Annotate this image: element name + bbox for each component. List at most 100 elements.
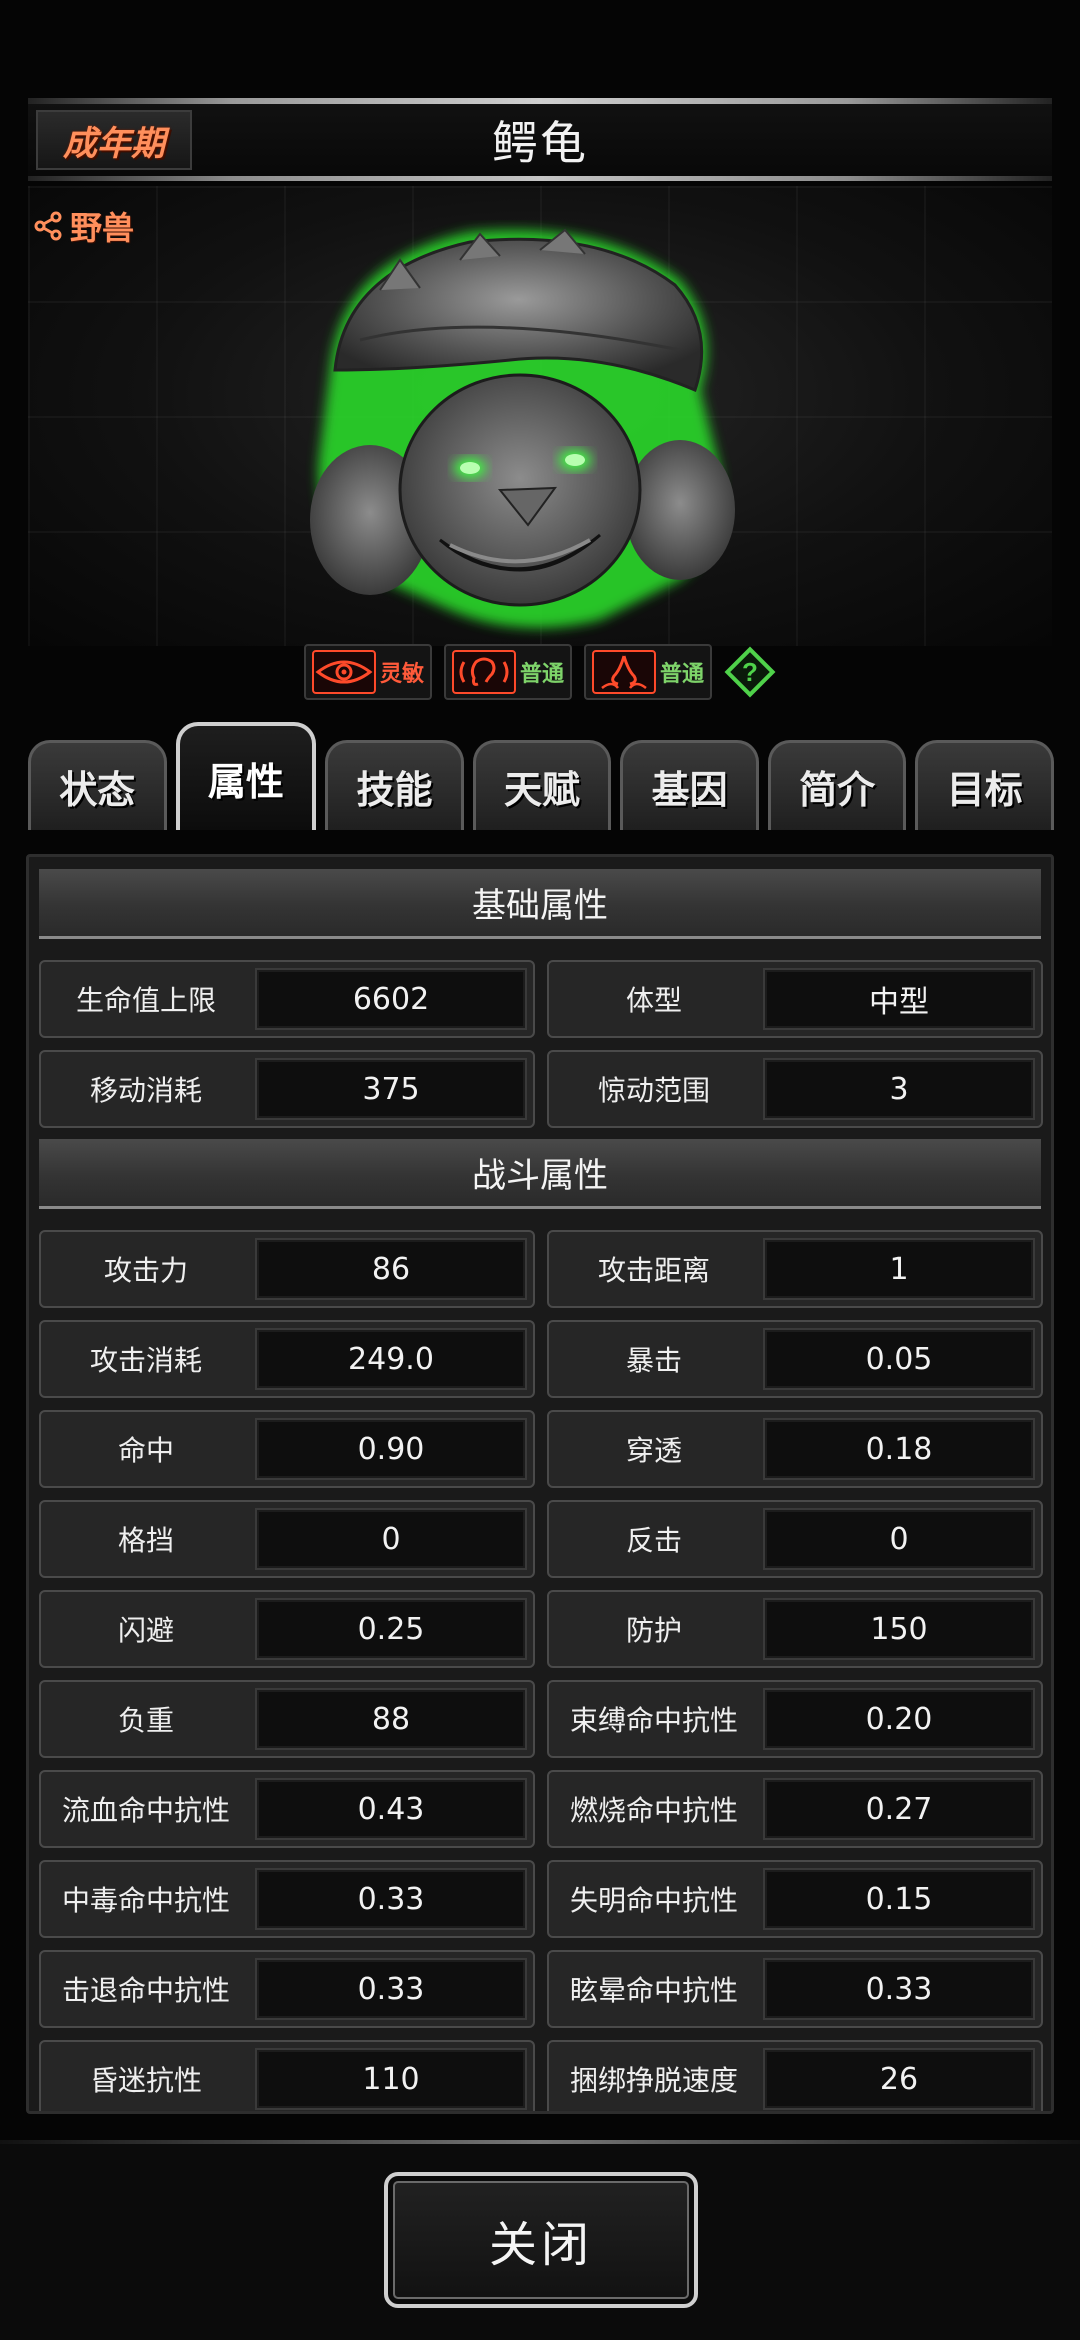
stat-value: 0.27 <box>763 1778 1035 1840</box>
stat-name: 攻击距离 <box>597 1254 710 1287</box>
stat-row: 惊动范围 3 <box>547 1050 1043 1128</box>
tab-bar: 状态 属性 技能 天赋 基因 简介 目标 <box>28 722 1055 830</box>
stat-row: 负重 88 <box>39 1680 535 1758</box>
stat-row: 束缚命中抗性 0.20 <box>547 1680 1043 1758</box>
stat-name: 束缚命中抗性 <box>569 1704 738 1737</box>
stat-row: 攻击距离 1 <box>547 1230 1043 1308</box>
stat-row: 反击 0 <box>547 1500 1043 1578</box>
stat-name: 体型 <box>625 984 682 1017</box>
creature-type-tag[interactable]: 野兽 <box>34 204 134 248</box>
stat-name: 命中 <box>117 1434 174 1467</box>
help-icon[interactable]: ? <box>724 646 776 698</box>
sense-hearing[interactable]: 普通 <box>444 644 572 700</box>
stat-value: 0.18 <box>763 1418 1035 1480</box>
tab-intro[interactable]: 简介 <box>767 740 907 830</box>
stat-name: 暴击 <box>625 1344 682 1377</box>
stat-row: 眩晕命中抗性 0.33 <box>547 1950 1043 2028</box>
stat-row: 格挡 0 <box>39 1500 535 1578</box>
stat-value: 150 <box>763 1598 1035 1660</box>
stat-row: 流血命中抗性 0.43 <box>39 1770 535 1848</box>
combat-attributes-header: 战斗属性 <box>39 1139 1041 1209</box>
tab-status[interactable]: 状态 <box>28 740 167 830</box>
stat-value: 1 <box>763 1238 1035 1300</box>
stat-row: 防护 150 <box>547 1590 1043 1668</box>
stat-value: 0 <box>255 1508 527 1570</box>
stat-row: 穿透 0.18 <box>547 1410 1043 1488</box>
stat-value: 3 <box>763 1058 1035 1120</box>
stat-row: 中毒命中抗性 0.33 <box>39 1860 535 1938</box>
attributes-panel[interactable]: 基础属性 生命值上限 6602 体型 中型 移动消耗 375 惊动范围 3 战斗… <box>26 854 1054 2114</box>
creature-type-label: 野兽 <box>70 209 135 247</box>
stat-value: 0 <box>763 1508 1035 1570</box>
stat-name: 生命值上限 <box>75 984 216 1017</box>
stat-value: 88 <box>255 1688 527 1750</box>
stat-value: 86 <box>255 1238 527 1300</box>
tab-talents[interactable]: 天赋 <box>472 740 612 830</box>
stat-row: 攻击消耗 249.0 <box>39 1320 535 1398</box>
stat-value: 0.20 <box>763 1688 1035 1750</box>
stat-row: 燃烧命中抗性 0.27 <box>547 1770 1043 1848</box>
tab-skills[interactable]: 技能 <box>325 740 464 830</box>
stat-name: 负重 <box>117 1704 174 1737</box>
stat-row: 击退命中抗性 0.33 <box>39 1950 535 2028</box>
sense-smell[interactable]: 普通 <box>584 644 712 700</box>
stat-name: 格挡 <box>117 1524 174 1557</box>
svg-text:?: ? <box>742 657 758 687</box>
stat-name: 眩晕命中抗性 <box>569 1974 738 2007</box>
sense-sight[interactable]: 灵敏 <box>304 644 432 700</box>
eye-icon <box>312 650 376 694</box>
growth-stage-badge: 成年期 <box>36 110 192 170</box>
stat-row: 闪避 0.25 <box>39 1590 535 1668</box>
tab-goals[interactable]: 目标 <box>915 740 1055 830</box>
stat-value: 0.25 <box>255 1598 527 1660</box>
stat-name: 失明命中抗性 <box>569 1884 738 1917</box>
stat-value: 0.05 <box>763 1328 1035 1390</box>
stat-name: 攻击力 <box>103 1254 188 1287</box>
sense-hearing-label: 普通 <box>519 662 564 687</box>
stat-row: 攻击力 86 <box>39 1230 535 1308</box>
stat-row: 移动消耗 375 <box>39 1050 535 1128</box>
stat-name: 防护 <box>625 1614 682 1647</box>
stat-row: 暴击 0.05 <box>547 1320 1043 1398</box>
stat-name: 惊动范围 <box>597 1074 710 1107</box>
tab-attributes[interactable]: 属性 <box>175 722 317 830</box>
header-bottom-divider <box>28 176 1052 181</box>
stat-value: 0.15 <box>763 1868 1035 1930</box>
stat-value: 0.90 <box>255 1418 527 1480</box>
sense-indicators: 灵敏 普通 普通 ? <box>0 644 1080 700</box>
basic-attributes-header: 基础属性 <box>39 869 1041 939</box>
stat-name: 攻击消耗 <box>89 1344 202 1377</box>
ear-icon <box>452 650 516 694</box>
stat-value: 249.0 <box>255 1328 527 1390</box>
stat-row: 昏迷抗性 110 <box>39 2040 535 2111</box>
stat-name: 昏迷抗性 <box>89 2064 202 2097</box>
stat-row: 失明命中抗性 0.15 <box>547 1860 1043 1938</box>
stat-name: 移动消耗 <box>89 1074 202 1107</box>
stat-name: 燃烧命中抗性 <box>569 1794 738 1827</box>
stat-value: 26 <box>763 2048 1035 2110</box>
stat-name: 穿透 <box>625 1434 682 1467</box>
snapping-turtle-portrait <box>310 228 735 628</box>
stat-value: 中型 <box>763 968 1035 1030</box>
stat-value: 110 <box>255 2048 527 2110</box>
close-button[interactable]: 关闭 <box>384 2172 698 2308</box>
stat-row: 体型 中型 <box>547 960 1043 1038</box>
stat-value: 0.33 <box>255 1868 527 1930</box>
stat-value: 375 <box>255 1058 527 1120</box>
stat-row: 捆绑挣脱速度 26 <box>547 2040 1043 2111</box>
stat-name: 反击 <box>625 1524 682 1557</box>
stat-name: 流血命中抗性 <box>61 1794 230 1827</box>
stat-row: 命中 0.90 <box>39 1410 535 1488</box>
sense-smell-label: 普通 <box>659 662 704 687</box>
stat-value: 6602 <box>255 968 527 1030</box>
tab-genes[interactable]: 基因 <box>620 740 759 830</box>
stat-name: 中毒命中抗性 <box>61 1884 230 1917</box>
stat-name: 闪避 <box>117 1614 174 1647</box>
stat-name: 击退命中抗性 <box>61 1974 230 2007</box>
stat-name: 捆绑挣脱速度 <box>569 2064 738 2097</box>
share-icon <box>34 211 62 241</box>
stat-value: 0.33 <box>763 1958 1035 2020</box>
stat-row: 生命值上限 6602 <box>39 960 535 1038</box>
nose-icon <box>592 650 656 694</box>
stat-value: 0.33 <box>255 1958 527 2020</box>
